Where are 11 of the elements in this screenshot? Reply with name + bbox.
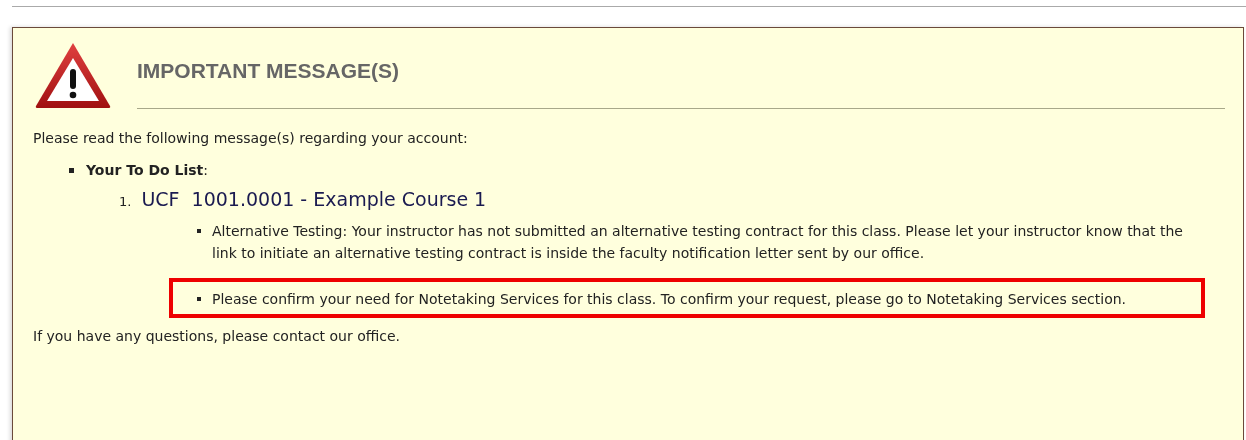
list-number: 1. [119, 194, 132, 209]
bullet-icon [197, 229, 201, 233]
panel-title: IMPORTANT MESSAGE(S) [137, 59, 400, 83]
bullet-icon [69, 167, 74, 173]
course-title: UCF 1001.0001 - Example Course 1 [141, 188, 487, 210]
intro-text: Please read the following message(s) regarding your account: [33, 130, 469, 146]
message-text: Alternative Testing: Your instructor has not submitted an alternative testing contract for this class. Please let your instructor know that the link to initiate an alternative testing contract is inside the faculty notification letter sent by our office. [212, 222, 1184, 263]
bullet-icon [197, 297, 201, 301]
todo-heading: Your To Do List: [86, 162, 208, 178]
footer-text: If you have any questions, please contact our office. [33, 328, 402, 344]
message-text: Please confirm your need for Notetaking Services for this class. To confirm your request, please go to Notetaking Services section. [212, 290, 1127, 309]
